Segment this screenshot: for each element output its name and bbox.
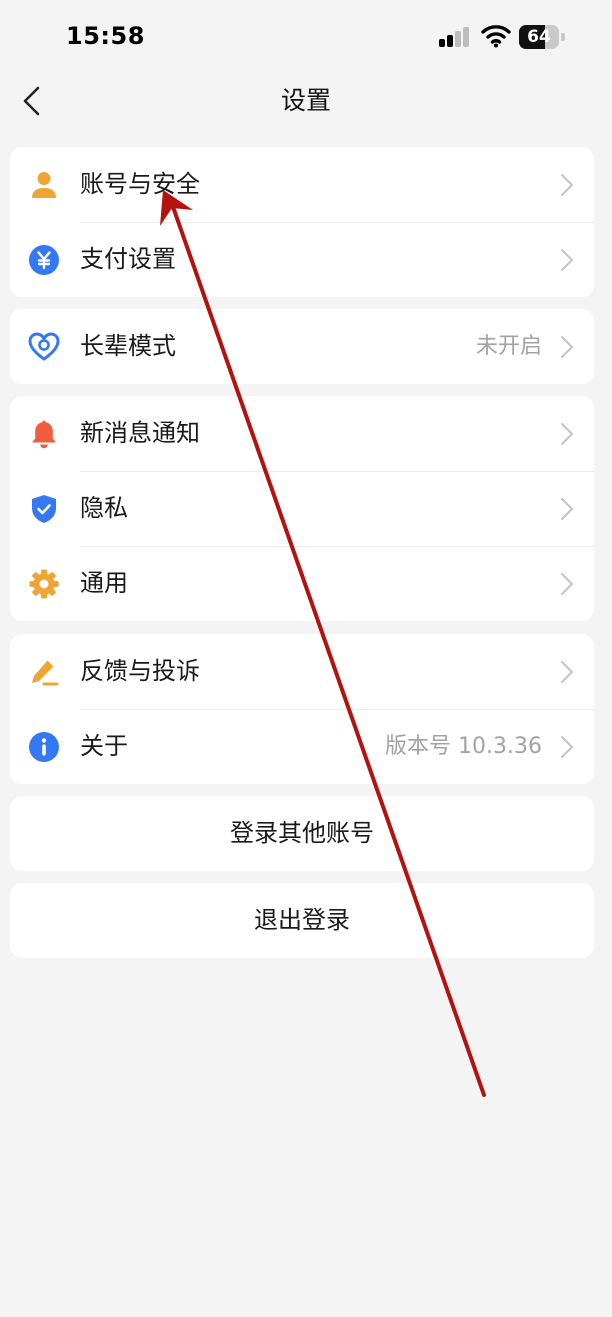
settings-row-label: 账号与安全 — [80, 170, 200, 198]
back-button[interactable] — [14, 80, 54, 122]
shield-icon — [32, 495, 56, 523]
settings-row-feedback[interactable]: 反馈与投诉 — [10, 634, 594, 709]
settings-row-label: 反馈与投诉 — [80, 657, 200, 685]
status-time: 15:58 — [66, 22, 145, 50]
logout-label: 退出登录 — [254, 906, 350, 934]
status-bar: 15:58 64 — [0, 0, 612, 74]
settings-group-support: 反馈与投诉 关于 版本号 10.3.36 — [10, 634, 594, 784]
nav-bar: 设置 — [0, 74, 612, 128]
bell-icon — [32, 420, 56, 449]
settings-group-elder-mode: 长辈模式 未开启 — [10, 309, 594, 384]
battery-icon: 64 — [519, 25, 565, 49]
app-version: 版本号 10.3.36 — [385, 734, 542, 759]
info-icon — [29, 732, 59, 762]
settings-row-label: 长辈模式 — [80, 332, 176, 360]
chevron-right-icon — [561, 423, 573, 445]
settings-row-payment[interactable]: 支付设置 — [10, 222, 594, 297]
switch-account-label: 登录其他账号 — [230, 819, 374, 847]
settings-row-label: 支付设置 — [80, 245, 176, 273]
settings-row-label: 隐私 — [80, 494, 128, 522]
cellular-signal-icon — [439, 27, 471, 47]
settings-row-label: 新消息通知 — [80, 419, 200, 447]
pencil-icon — [32, 660, 59, 686]
settings-group-account: 账号与安全 支付设置 — [10, 147, 594, 297]
user-icon — [32, 172, 56, 198]
chevron-right-icon — [561, 573, 573, 595]
settings-row-about[interactable]: 关于 版本号 10.3.36 — [10, 709, 594, 784]
settings-row-account-security[interactable]: 账号与安全 — [10, 147, 594, 222]
wifi-icon — [481, 25, 511, 48]
heart-icon — [28, 332, 60, 361]
battery-level: 64 — [527, 27, 551, 47]
chevron-right-icon — [561, 736, 573, 758]
chevron-right-icon — [561, 498, 573, 520]
elder-mode-status: 未开启 — [475, 334, 542, 359]
settings-row-notifications[interactable]: 新消息通知 — [10, 396, 594, 471]
yuan-icon — [29, 245, 59, 275]
settings-group-general: 新消息通知 隐私 通用 — [10, 396, 594, 621]
chevron-right-icon — [561, 249, 573, 271]
page-title: 设置 — [280, 86, 331, 115]
switch-account-button[interactable]: 登录其他账号 — [10, 796, 594, 871]
settings-row-elder-mode[interactable]: 长辈模式 未开启 — [10, 309, 594, 384]
settings-row-privacy[interactable]: 隐私 — [10, 471, 594, 546]
chevron-right-icon — [561, 336, 573, 358]
chevron-right-icon — [561, 661, 573, 683]
settings-row-general[interactable]: 通用 — [10, 546, 594, 621]
chevron-right-icon — [561, 174, 573, 196]
logout-button[interactable]: 退出登录 — [10, 883, 594, 958]
settings-row-label: 通用 — [80, 569, 128, 597]
gear-icon — [29, 569, 59, 599]
settings-row-label: 关于 — [80, 732, 128, 760]
